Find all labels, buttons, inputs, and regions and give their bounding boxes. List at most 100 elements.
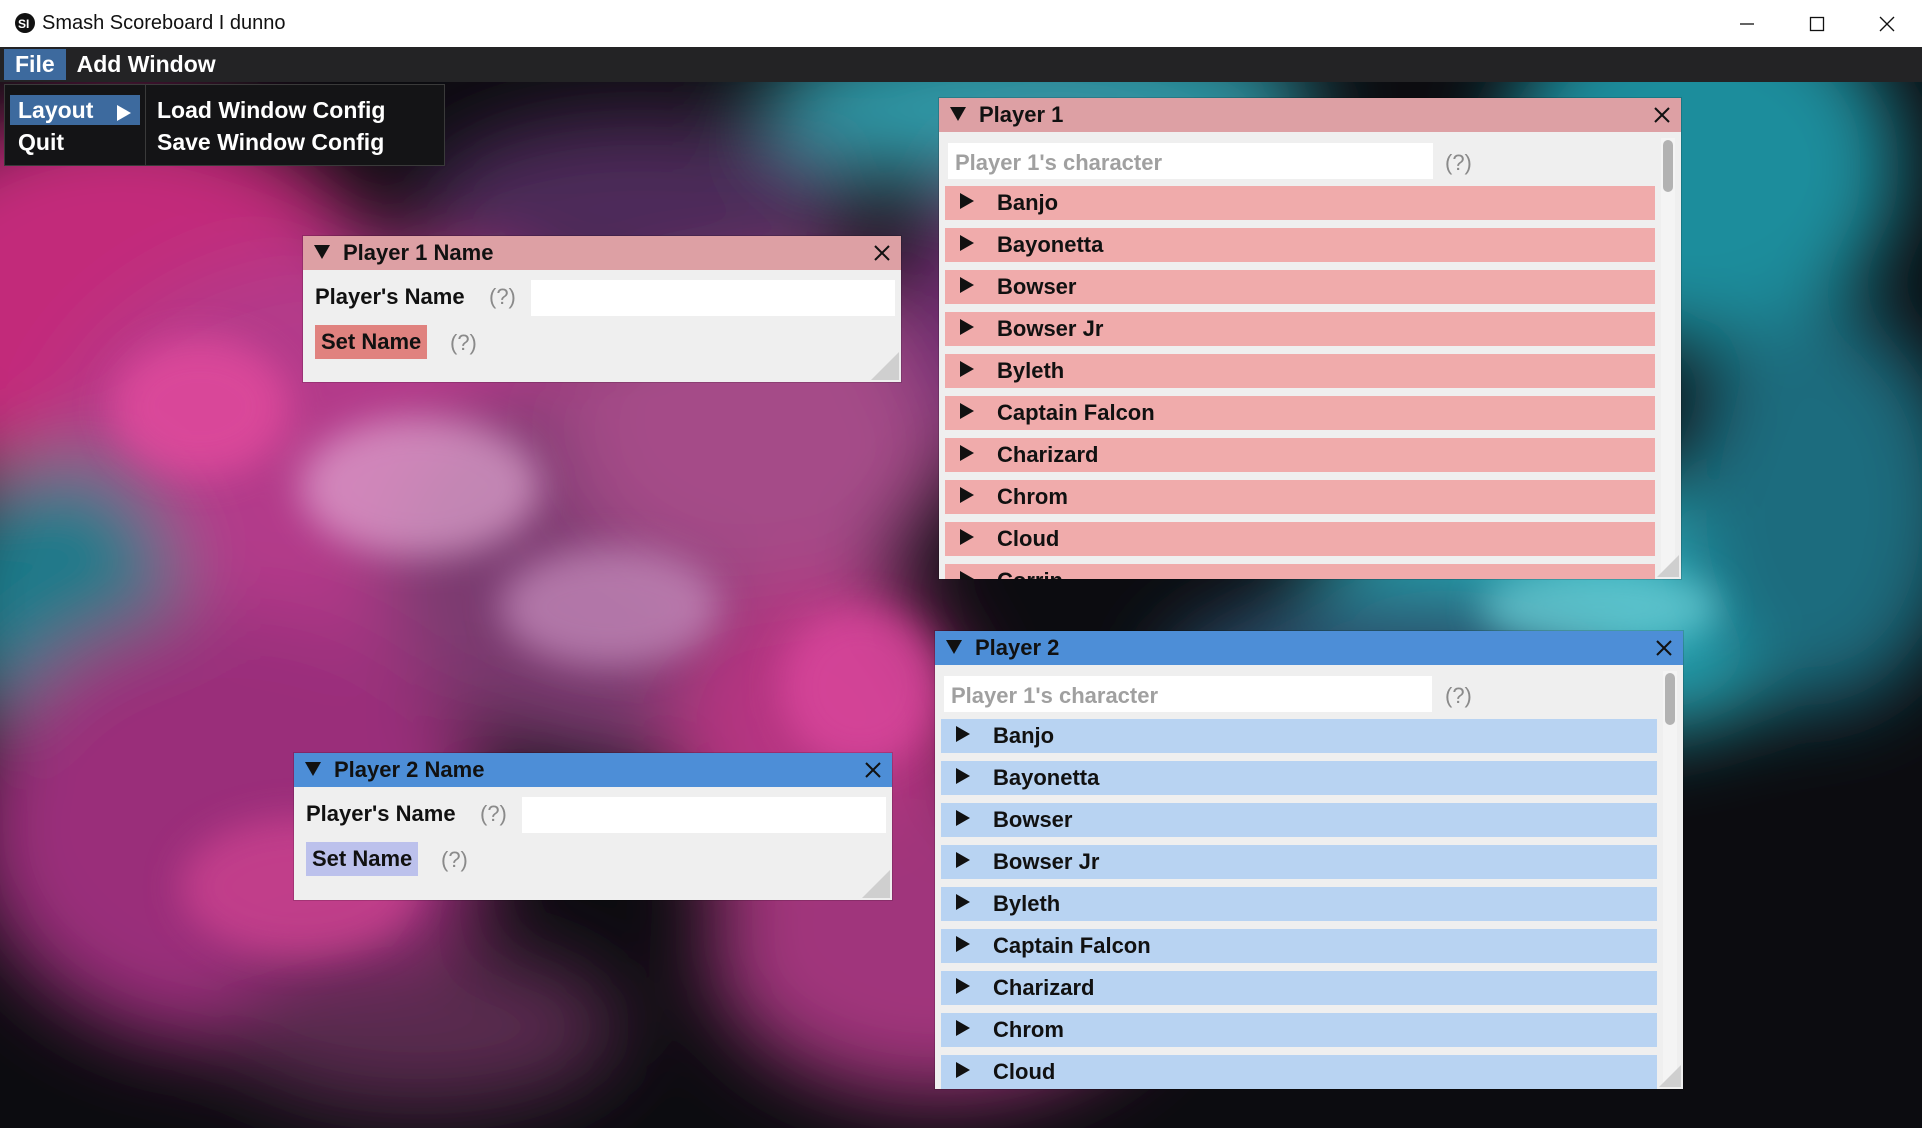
resize-grip[interactable] <box>1659 1065 1681 1087</box>
player2-name-window: Player 2 Name Player's Name (?) Set Name… <box>294 753 892 900</box>
resize-grip[interactable] <box>871 352 899 380</box>
expand-triangle-icon <box>955 975 971 1001</box>
character-row[interactable]: Captain Falcon <box>945 396 1655 430</box>
scrollbar[interactable] <box>1661 138 1675 575</box>
menu-item-save-label: Save Window Config <box>157 128 385 155</box>
help-marker[interactable]: (?) <box>1445 683 1472 709</box>
character-row[interactable]: Chrom <box>941 1013 1657 1047</box>
character-row[interactable]: Bowser <box>945 270 1655 304</box>
close-icon[interactable] <box>873 244 891 267</box>
minimize-icon <box>1739 16 1755 32</box>
menu-item-load-window-config[interactable]: Load Window Config <box>157 95 385 125</box>
character-name: Chrom <box>993 1017 1064 1042</box>
player2-character-window: Player 2 Player 1's character (?) Banjo … <box>935 631 1683 1089</box>
menu-bar: File Add Window <box>0 47 1922 82</box>
menu-item-quit-label: Quit <box>18 128 64 155</box>
character-row[interactable]: Chrom <box>945 480 1655 514</box>
player2-name-input[interactable] <box>522 797 886 833</box>
player1-name-title-bar[interactable]: Player 1 Name <box>303 236 901 270</box>
set-name-button[interactable]: Set Name <box>315 325 428 359</box>
character-row[interactable]: Charizard <box>945 438 1655 472</box>
close-icon[interactable] <box>864 761 882 784</box>
character-row[interactable]: Bowser Jr <box>941 845 1657 879</box>
player2-title-bar[interactable]: Player 2 <box>935 631 1683 665</box>
expand-triangle-icon <box>959 274 975 300</box>
maximize-button[interactable] <box>1782 0 1852 47</box>
character-row[interactable]: Cloud <box>941 1055 1657 1089</box>
resize-grip[interactable] <box>1657 555 1679 577</box>
character-list: Banjo Bayonetta Bowser Bowser Jr Byleth … <box>941 709 1657 1089</box>
menu-item-save-window-config[interactable]: Save Window Config <box>157 127 384 157</box>
character-name: Bowser Jr <box>997 316 1104 341</box>
close-icon[interactable] <box>1653 106 1671 129</box>
collapse-triangle-icon[interactable] <box>945 635 963 661</box>
character-row[interactable]: Byleth <box>941 887 1657 921</box>
scrollbar-thumb[interactable] <box>1663 140 1673 192</box>
expand-triangle-icon <box>959 442 975 468</box>
window-title: Player 2 <box>975 635 1060 660</box>
character-name: Cloud <box>997 526 1060 551</box>
character-row[interactable]: Bowser Jr <box>945 312 1655 346</box>
character-name: Bayonetta <box>993 765 1100 790</box>
collapse-triangle-icon[interactable] <box>949 102 967 128</box>
help-marker[interactable]: (?) <box>450 330 477 356</box>
character-row[interactable]: Cloud <box>945 522 1655 556</box>
character-row[interactable]: Bayonetta <box>945 228 1655 262</box>
close-window-button[interactable] <box>1852 0 1922 47</box>
character-row[interactable]: Banjo <box>945 186 1655 220</box>
scrollbar-thumb[interactable] <box>1665 673 1675 725</box>
expand-triangle-icon <box>959 190 975 216</box>
character-name: Chrom <box>997 484 1068 509</box>
close-icon[interactable] <box>1655 639 1673 662</box>
set-name-button[interactable]: Set Name <box>306 842 419 876</box>
menu-item-layout[interactable]: Layout <box>10 95 140 125</box>
player1-name-input[interactable] <box>531 280 895 316</box>
help-marker[interactable]: (?) <box>1445 150 1472 176</box>
expand-triangle-icon <box>955 723 971 749</box>
search-placeholder: Player 1's character <box>951 683 1159 708</box>
expand-triangle-icon <box>959 526 975 552</box>
player1-title-bar[interactable]: Player 1 <box>939 98 1681 132</box>
app-icon: SI <box>14 12 36 34</box>
expand-triangle-icon <box>955 765 971 791</box>
character-name: Cloud <box>993 1059 1056 1084</box>
collapse-triangle-icon[interactable] <box>304 757 322 783</box>
menu-file[interactable]: File <box>4 49 66 80</box>
player1-name-window: Player 1 Name Player's Name (?) Set Name… <box>303 236 901 382</box>
character-row[interactable]: Banjo <box>941 719 1657 753</box>
maximize-icon <box>1809 16 1825 32</box>
window-title: Smash Scoreboard I dunno <box>42 12 286 34</box>
help-marker[interactable]: (?) <box>441 847 468 873</box>
player1-character-search[interactable]: Player 1's character <box>948 143 1433 179</box>
os-title-bar: SI Smash Scoreboard I dunno <box>0 0 1922 48</box>
character-name: Byleth <box>997 358 1065 383</box>
character-row[interactable]: Charizard <box>941 971 1657 1005</box>
close-icon <box>1879 16 1895 32</box>
character-name: Corrin <box>997 568 1063 579</box>
minimize-button[interactable] <box>1712 0 1782 47</box>
menu-add-window[interactable]: Add Window <box>66 49 227 80</box>
character-row[interactable]: Corrin <box>945 564 1655 579</box>
character-list: Banjo Bayonetta Bowser Bowser Jr Byleth … <box>945 176 1655 579</box>
character-row[interactable]: Captain Falcon <box>941 929 1657 963</box>
player2-character-search[interactable]: Player 1's character <box>944 676 1432 712</box>
collapse-triangle-icon[interactable] <box>313 240 331 266</box>
help-marker[interactable]: (?) <box>489 284 516 310</box>
character-row[interactable]: Bowser <box>941 803 1657 837</box>
expand-triangle-icon <box>959 232 975 258</box>
expand-triangle-icon <box>955 849 971 875</box>
resize-grip[interactable] <box>862 870 890 898</box>
player2-name-title-bar[interactable]: Player 2 Name <box>294 753 892 787</box>
expand-triangle-icon <box>955 1059 971 1085</box>
menu-item-quit[interactable]: Quit <box>10 127 140 157</box>
expand-triangle-icon <box>959 316 975 342</box>
expand-triangle-icon <box>955 1017 971 1043</box>
character-row[interactable]: Byleth <box>945 354 1655 388</box>
scrollbar[interactable] <box>1663 671 1677 1085</box>
character-row[interactable]: Bayonetta <box>941 761 1657 795</box>
character-name: Captain Falcon <box>993 933 1151 958</box>
help-marker[interactable]: (?) <box>480 801 507 827</box>
submenu-arrow-icon <box>116 101 132 128</box>
svg-text:SI: SI <box>18 17 29 31</box>
character-name: Bowser <box>997 274 1077 299</box>
